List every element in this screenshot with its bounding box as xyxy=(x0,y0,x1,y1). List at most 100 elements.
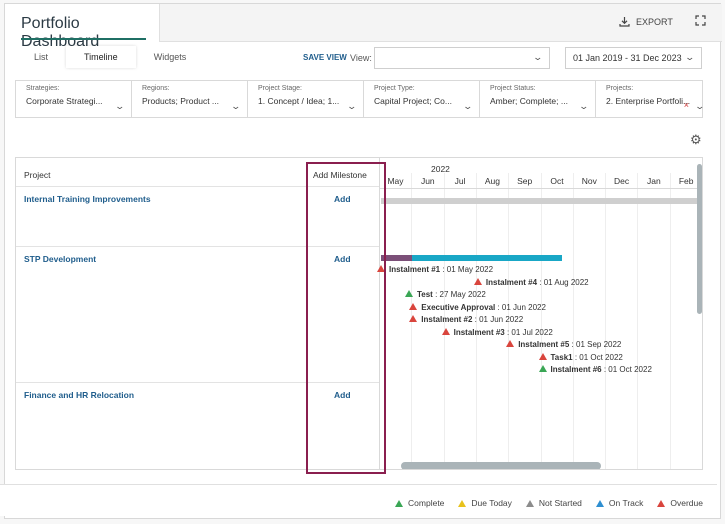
download-icon xyxy=(619,17,630,27)
month-gridline xyxy=(540,173,542,469)
milestone-date: : 01 Oct 2022 xyxy=(601,365,652,374)
filter-label: Project Status: xyxy=(490,85,536,92)
gantt-bar[interactable] xyxy=(381,198,701,204)
milestone-item[interactable]: Instalment #4 : 01 Aug 2022 xyxy=(473,277,589,287)
milestone-item[interactable]: Instalment #5 : 01 Sep 2022 xyxy=(506,340,621,349)
status-triangle-icon xyxy=(458,499,467,507)
legend-label: Complete xyxy=(408,498,445,508)
legend-item: Due Today xyxy=(458,498,512,508)
milestone-item[interactable]: Task1 : 01 Oct 2022 xyxy=(538,352,623,362)
view-select[interactable]: ⌄ xyxy=(374,47,550,69)
project-link[interactable]: Internal Training Improvements xyxy=(24,194,151,204)
chevron-down-icon: ⌄ xyxy=(346,101,358,111)
add-milestone-highlight xyxy=(306,162,386,474)
chevron-down-icon: ⌄ xyxy=(230,101,242,111)
clear-icon[interactable]: × xyxy=(684,100,689,110)
milestone-name: Task1 xyxy=(550,352,573,362)
milestone-date: : 01 Jul 2022 xyxy=(504,327,553,337)
milestone-date: : 01 Jun 2022 xyxy=(495,302,546,312)
filter-value: Amber; Complete; ... xyxy=(490,96,568,106)
filter-value: Capital Project; Co... xyxy=(374,96,452,106)
view-tabs: List Timeline Widgets xyxy=(16,46,204,68)
milestone-name: Instalment #6 xyxy=(550,365,602,374)
milestone-name: Executive Approval xyxy=(421,302,496,312)
month-gridline xyxy=(702,173,703,470)
title-underline xyxy=(21,38,146,40)
milestone-name: Instalment #3 xyxy=(453,327,505,337)
view-label: View: xyxy=(350,53,372,63)
filter-value: Products; Product ... xyxy=(142,96,220,106)
milestone-triangle-icon xyxy=(473,277,482,285)
month-gridline xyxy=(669,173,671,469)
milestone-date: : 01 Aug 2022 xyxy=(537,277,589,287)
milestone-date: : 27 May 2022 xyxy=(432,290,486,299)
month-label: Sep xyxy=(517,176,533,186)
legend-item: Not Started xyxy=(525,498,582,508)
gear-icon[interactable]: ⚙ xyxy=(690,132,702,148)
month-label: Jun xyxy=(420,176,435,186)
legend-item: Complete xyxy=(395,498,444,508)
filter-project-type[interactable]: Project Type: Capital Project; Co... ⌄ xyxy=(364,81,480,117)
milestone-name: Instalment #4 xyxy=(485,277,538,287)
date-range-select[interactable]: 01 Jan 2019 - 31 Dec 2023 ⌄ xyxy=(565,47,702,69)
filter-project-status[interactable]: Project Status: Amber; Complete; ... ⌄ xyxy=(480,81,596,117)
chevron-down-icon: ⌄ xyxy=(578,101,590,111)
tab-list[interactable]: List xyxy=(16,46,66,68)
milestone-triangle-icon xyxy=(404,290,413,297)
horizontal-scrollbar[interactable] xyxy=(401,462,601,469)
status-legend: Complete Due Today Not Started On Track Over… xyxy=(395,498,703,508)
milestone-date: : 01 Jun 2022 xyxy=(472,315,524,324)
milestone-triangle-icon xyxy=(538,365,547,372)
project-link[interactable]: STP Development xyxy=(24,254,96,264)
chevron-down-icon: ⌄ xyxy=(114,101,126,111)
filter-label: Project Type: xyxy=(374,85,415,92)
tab-widgets[interactable]: Widgets xyxy=(136,46,205,68)
vertical-scrollbar[interactable] xyxy=(697,164,702,314)
project-column-header: Project xyxy=(24,170,51,180)
chevron-down-icon: ⌄ xyxy=(684,52,696,62)
milestone-triangle-icon xyxy=(409,302,418,310)
milestone-name: Test xyxy=(416,290,433,299)
month-gridline xyxy=(605,173,607,469)
save-view-button[interactable]: SAVE VIEW xyxy=(303,53,347,62)
milestone-name: Instalment #5 xyxy=(518,340,570,349)
milestone-item[interactable]: Instalment #2 : 01 Jun 2022 xyxy=(409,315,523,324)
milestone-item[interactable]: Instalment #1 : 01 May 2022 xyxy=(377,265,493,274)
filter-regions[interactable]: Regions: Products; Product ... ⌄ xyxy=(132,81,248,117)
title-tab: Portfolio Dashboard xyxy=(5,4,160,50)
milestone-date: : 01 May 2022 xyxy=(440,265,494,274)
milestone-item[interactable]: Instalment #3 : 01 Jul 2022 xyxy=(441,327,553,337)
expand-icon[interactable] xyxy=(695,15,706,29)
milestone-item[interactable]: Executive Approval : 01 Jun 2022 xyxy=(409,302,546,312)
month-label: Dec xyxy=(614,176,630,186)
filter-label: Project Stage: xyxy=(258,85,302,92)
legend-label: Not Started xyxy=(538,498,582,508)
filter-label: Strategies: xyxy=(26,85,60,92)
legend-label: Overdue xyxy=(670,498,703,508)
filter-label: Projects: xyxy=(606,85,634,92)
month-label: Oct xyxy=(550,176,564,186)
export-label: EXPORT xyxy=(636,16,673,27)
date-range-value: 01 Jan 2019 - 31 Dec 2023 xyxy=(573,53,682,63)
milestone-date: : 01 Oct 2022 xyxy=(572,352,623,362)
filter-project-stage[interactable]: Project Stage: 1. Concept / Idea; 1... ⌄ xyxy=(248,81,364,117)
chevron-down-icon: ⌄ xyxy=(694,101,706,111)
filter-projects[interactable]: Projects: 2. Enterprise Portfoli... × ⌄ xyxy=(596,81,711,117)
filter-bar: Strategies: Corporate Strategi... ⌄ Regi… xyxy=(15,80,706,118)
legend-item: Overdue xyxy=(657,498,703,508)
tab-timeline[interactable]: Timeline xyxy=(66,46,136,68)
status-triangle-icon xyxy=(395,499,404,507)
project-link[interactable]: Finance and HR Relocation xyxy=(24,390,134,400)
milestone-name: Instalment #1 xyxy=(389,265,441,274)
chevron-down-icon: ⌄ xyxy=(532,52,544,62)
milestone-item[interactable]: Instalment #6 : 01 Oct 2022 xyxy=(538,365,652,374)
milestone-name: Instalment #2 xyxy=(421,315,473,324)
gantt-bar-progress[interactable] xyxy=(412,255,562,261)
export-button[interactable]: EXPORT xyxy=(619,16,673,27)
chevron-down-icon: ⌄ xyxy=(462,101,474,111)
month-gridline xyxy=(572,173,574,469)
milestone-item[interactable]: Test : 27 May 2022 xyxy=(404,290,486,299)
month-label: Aug xyxy=(484,176,500,186)
status-triangle-icon xyxy=(595,499,604,507)
filter-strategies[interactable]: Strategies: Corporate Strategi... ⌄ xyxy=(16,81,132,117)
